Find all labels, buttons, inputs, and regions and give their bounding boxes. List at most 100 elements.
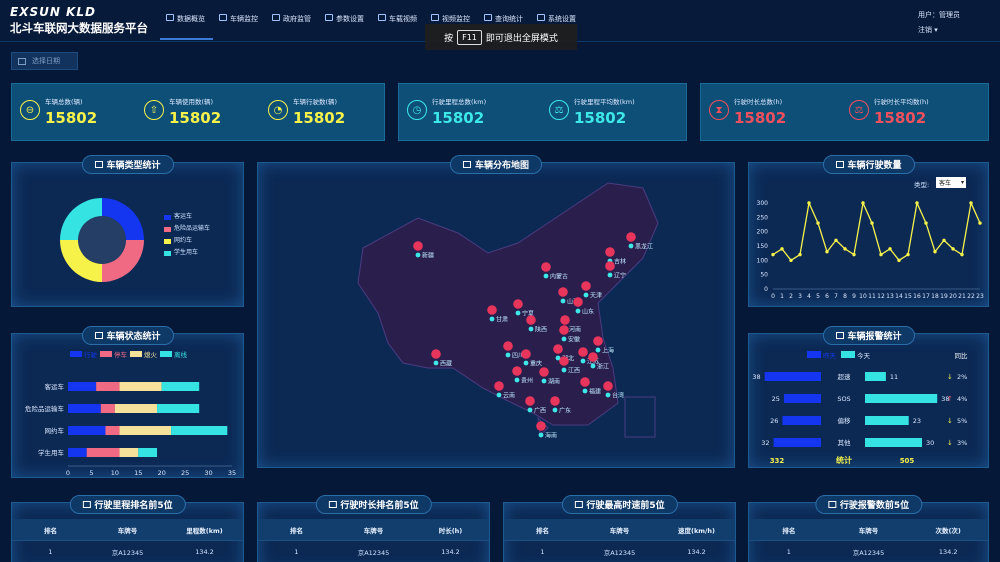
vehicle-alarm-bars: 昨天 今天 同比38 超速 11 ↓ 2%25 SOS 38↑ 4%26 偏移 23 ↓ 5%32 其他 30… [752,351,968,465]
data-point [978,221,982,225]
x-tick-label: 35 [228,469,236,477]
map-label: 西藏 [440,360,452,368]
bar-segment [68,448,87,457]
map-point [605,392,611,398]
column-header: 排名 [536,526,549,535]
legend-item[interactable]: 学生用车 [164,247,210,259]
total-yesterday: 332 [770,457,785,465]
china-map[interactable]: 新疆西藏黑龙江吉林辽宁内蒙古天津宁夏山西山东甘肃陕西河南四川重庆湖北安徽江苏上海… [258,163,736,469]
bar-segment [86,448,120,457]
gauge-icon: ◷ [407,100,427,120]
bar-yesterday [773,438,821,447]
x-tick-label: 18 [931,293,939,300]
map-point [607,272,613,278]
ratio-value: 4% [957,395,967,403]
kpi-value: 15802 [874,109,927,127]
bar-segment [114,404,158,413]
map-pin-icon [558,287,568,297]
bar-segment [68,382,97,391]
legend-swatch [807,351,821,358]
legend-item[interactable]: 网约车 [164,235,210,247]
bar-segment [105,426,120,435]
legend-item[interactable]: 客运车 [164,211,210,223]
map-pin-icon [536,421,546,431]
map-pin-icon [487,305,497,315]
table-row[interactable]: 1 京A12345 134.2 [504,541,735,562]
kpi-group-mileage: ◷ 行驶里程总数(km) 15802 ⚖ 行驶里程平均数(km) 15802 [398,83,687,141]
x-tick-label: 25 [181,469,189,477]
table-row[interactable]: 1 京A12345 134.2 [12,541,243,562]
map-label: 河南 [569,326,581,334]
y-tick-label: 300 [757,200,769,207]
table-cell: 134.2 [687,547,706,556]
kpi-text: 行驶时长平均数(h) 15802 [874,98,929,127]
map-label: 江西 [568,368,580,375]
brand-logo: EXSUN KLD [10,5,96,19]
data-point [897,258,901,263]
data-point [915,201,919,205]
kpi-value: 15802 [169,109,222,127]
chart-icon: ◔ [268,100,288,120]
kpi-text: 行驶里程平均数(km) 15802 [574,98,635,127]
kpi-item: ◔ 车辆行驶数(辆) 15802 [268,98,345,127]
table-row[interactable]: 1 京A12345 134.2 [258,541,489,562]
column-header: 排名 [782,526,796,535]
table-cell: 134.2 [195,547,214,556]
map-label: 福建 [589,388,601,396]
map-label: 台湾 [612,392,624,400]
category-label: 网约车 [45,426,65,435]
table-cell: 134.2 [938,547,958,556]
map-point [496,392,502,398]
map-point [561,367,567,373]
map-label: 贵州 [521,377,533,385]
category-label: 危险品运输车 [25,404,65,413]
column-header: 排名 [44,526,57,535]
map-point [489,316,495,322]
x-tick-label: 17 [922,293,930,300]
legend-label: 昨天 [823,351,837,360]
x-tick-label: 21 [958,293,966,300]
page-title: 北斗车联网大数据服务平台 [10,21,148,35]
kpi-value: 15802 [574,109,627,127]
bar-today [865,372,886,381]
kpi-item: ⇧ 车辆使用数(辆) 15802 [144,98,221,127]
map-label: 安徽 [568,336,580,344]
legend-swatch [70,351,82,357]
column-header: 里程数(km) [186,526,223,535]
bar-today [865,394,938,403]
map-pin-icon [626,232,636,242]
nav-vehicle-monitor[interactable]: 车辆监控 [213,12,266,40]
panel-title: 行驶报警数前5位 [814,495,923,514]
column-header: 次数(次) [935,526,961,535]
panel-title: 行驶时长排名前5位 [315,495,432,514]
date-picker-button[interactable]: 选择日期 [11,52,78,70]
category-label: 超速 [838,372,852,381]
map-pin-icon [431,349,441,359]
gear-icon [537,14,545,21]
nav-government[interactable]: 政府监管 [266,12,319,40]
nav-data-overview[interactable]: 数据概览 [160,12,213,40]
kpi-text: 行驶里程总数(km) 15802 [432,98,486,127]
map-pin-icon [605,261,615,271]
map-point [543,273,549,279]
map-label: 天津 [590,293,602,300]
nav-parameters[interactable]: 参数设置 [319,12,372,40]
legend-item[interactable]: 危险品运输车 [164,223,210,235]
table-cell: 1 [48,547,53,556]
balance-icon: ⚖ [849,100,869,120]
panel-drive-count: 车辆行驶数量 类型: 客车 ▾ 0 50 100 150 200 250 300 0 1 2 3 4 5 6… [748,155,989,307]
table-cell: 1 [294,547,299,556]
data-point [933,250,937,254]
bar-segment [68,426,106,435]
category-label: 偏移 [838,416,852,425]
table-row[interactable]: 1 京A12345 134.2 [749,541,988,562]
x-tick-label: 5 [89,469,93,477]
x-tick-label: 10 [859,293,867,300]
nav-vehicle-video[interactable]: 车载视频 [372,12,425,40]
map-point [552,407,558,413]
logout-menu[interactable]: 注销 ▾ [918,23,960,38]
user-box: 用户：管理员 注销 ▾ [918,8,960,38]
map-point [590,363,596,369]
panel-rank-alarm: 行驶报警数前5位 排名 车牌号 次数(次) 1 京A12345 134.2 [748,495,989,562]
kpi-label: 行驶里程总数(km) [432,98,487,106]
